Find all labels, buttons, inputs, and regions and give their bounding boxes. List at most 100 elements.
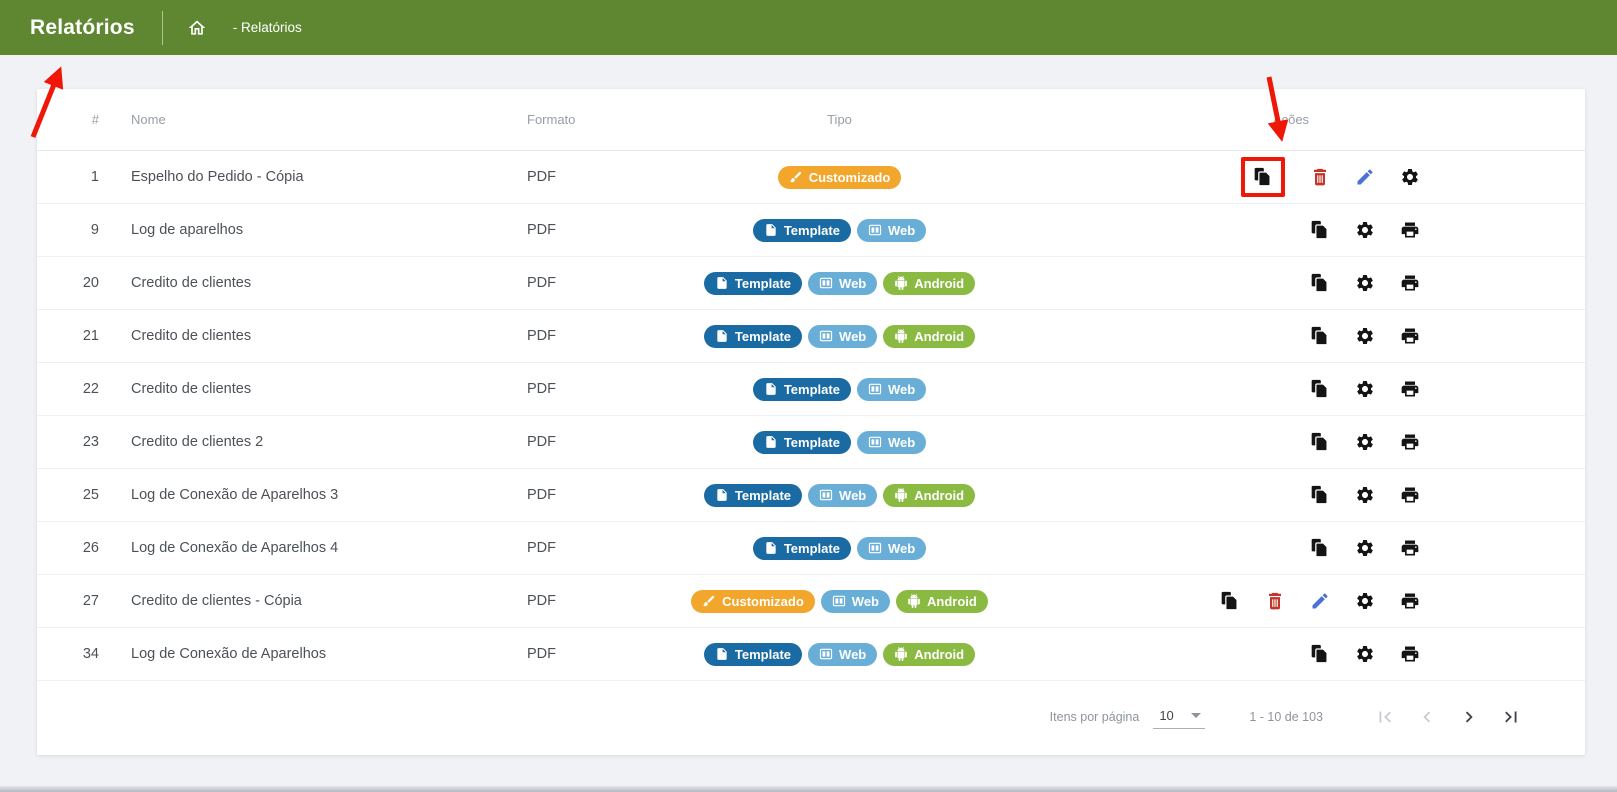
previous-page-button[interactable]: [1415, 705, 1439, 729]
print-action-button[interactable]: [1400, 485, 1420, 505]
columns-icon: [819, 488, 833, 502]
print-action-button[interactable]: [1400, 379, 1420, 399]
type-badge-web: Web: [808, 272, 877, 295]
copy-icon: [1310, 273, 1330, 293]
first-page-button[interactable]: [1373, 705, 1397, 729]
print-action-button[interactable]: [1400, 538, 1420, 558]
print-action-button[interactable]: [1400, 591, 1420, 611]
badge-label: Template: [784, 541, 840, 556]
printer-icon: [1400, 644, 1420, 664]
android-icon: [894, 329, 908, 343]
row-actions: [997, 220, 1585, 240]
settings-action-button[interactable]: [1355, 485, 1375, 505]
print-action-button[interactable]: [1400, 326, 1420, 346]
items-per-page-select[interactable]: 10: [1153, 706, 1205, 729]
table-row: 1Espelho do Pedido - CópiaPDFCustomizado: [37, 151, 1585, 204]
table-row: 34Log de Conexão de AparelhosPDFTemplate…: [37, 628, 1585, 681]
home-breadcrumb-link[interactable]: [187, 18, 207, 38]
gear-icon: [1355, 485, 1375, 505]
columns-icon: [868, 541, 882, 555]
edit-action-button[interactable]: [1310, 591, 1330, 611]
badge-label: Template: [735, 276, 791, 291]
badge-label: Template: [735, 488, 791, 503]
row-number: 9: [37, 222, 107, 238]
row-number: 23: [37, 434, 107, 450]
last-page-button[interactable]: [1499, 705, 1523, 729]
delete-action-button[interactable]: [1310, 167, 1330, 187]
column-header-nome: Nome: [107, 112, 502, 127]
reports-table-card: # Nome Formato Tipo Ações 1Espelho do Pe…: [37, 89, 1585, 755]
print-action-button[interactable]: [1400, 644, 1420, 664]
row-actions: [997, 326, 1585, 346]
settings-action-button[interactable]: [1355, 379, 1375, 399]
report-format: PDF: [502, 434, 682, 450]
badge-label: Template: [784, 435, 840, 450]
home-icon: [187, 18, 207, 38]
copy-action-button[interactable]: [1310, 538, 1330, 558]
caret-down-icon: [1191, 713, 1201, 718]
table-row: 27Credito de clientes - CópiaPDFCustomiz…: [37, 575, 1585, 628]
items-per-page-value: 10: [1159, 708, 1173, 723]
badge-label: Customizado: [809, 170, 891, 185]
row-number: 25: [37, 487, 107, 503]
type-badge-customizado: Customizado: [778, 166, 902, 189]
copy-icon: [1310, 538, 1330, 558]
gear-icon: [1355, 591, 1375, 611]
report-format: PDF: [502, 487, 682, 503]
copy-action-button[interactable]: [1253, 167, 1273, 187]
report-name: Log de aparelhos: [107, 222, 502, 238]
copy-action-button[interactable]: [1220, 591, 1240, 611]
copy-action-button[interactable]: [1310, 220, 1330, 240]
copy-action-button[interactable]: [1310, 644, 1330, 664]
document-icon: [715, 488, 729, 502]
report-type-badges: Customizado: [682, 166, 997, 189]
column-header-formato: Formato: [502, 112, 682, 127]
copy-action-button[interactable]: [1310, 485, 1330, 505]
columns-icon: [868, 435, 882, 449]
copy-action-button[interactable]: [1310, 432, 1330, 452]
columns-icon: [819, 329, 833, 343]
columns-icon: [868, 382, 882, 396]
badge-label: Android: [914, 488, 964, 503]
columns-icon: [832, 594, 846, 608]
row-actions: [997, 157, 1585, 197]
table-header-row: # Nome Formato Tipo Ações: [37, 89, 1585, 151]
settings-action-button[interactable]: [1355, 644, 1375, 664]
edit-action-button[interactable]: [1355, 167, 1375, 187]
print-action-button[interactable]: [1400, 432, 1420, 452]
copy-icon: [1310, 485, 1330, 505]
copy-action-button[interactable]: [1310, 273, 1330, 293]
app-header: Relatórios - Relatórios: [0, 0, 1617, 55]
report-name: Credito de clientes: [107, 328, 502, 344]
settings-action-button[interactable]: [1355, 538, 1375, 558]
row-number: 26: [37, 540, 107, 556]
table-row: 26Log de Conexão de Aparelhos 4PDFTempla…: [37, 522, 1585, 575]
copy-action-button[interactable]: [1310, 379, 1330, 399]
copy-action-button[interactable]: [1310, 326, 1330, 346]
pencil-icon: [1310, 591, 1330, 611]
print-action-button[interactable]: [1400, 220, 1420, 240]
settings-action-button[interactable]: [1355, 591, 1375, 611]
table-row: 22Credito de clientesPDFTemplateWeb: [37, 363, 1585, 416]
settings-action-button[interactable]: [1355, 220, 1375, 240]
type-badge-template: Template: [753, 537, 851, 560]
delete-action-button[interactable]: [1265, 591, 1285, 611]
settings-action-button[interactable]: [1400, 167, 1420, 187]
print-action-button[interactable]: [1400, 273, 1420, 293]
copy-icon: [1253, 167, 1273, 187]
report-name: Espelho do Pedido - Cópia: [107, 169, 502, 185]
report-format: PDF: [502, 381, 682, 397]
row-number: 34: [37, 646, 107, 662]
type-badge-web: Web: [808, 484, 877, 507]
report-type-badges: TemplateWebAndroid: [682, 325, 997, 348]
next-page-button[interactable]: [1457, 705, 1481, 729]
header-divider: [162, 11, 163, 45]
settings-action-button[interactable]: [1355, 273, 1375, 293]
type-badge-android: Android: [883, 325, 975, 348]
type-badge-android: Android: [883, 643, 975, 666]
copy-icon: [1310, 644, 1330, 664]
column-header-number: #: [37, 112, 107, 127]
settings-action-button[interactable]: [1355, 326, 1375, 346]
type-badge-template: Template: [704, 484, 802, 507]
settings-action-button[interactable]: [1355, 432, 1375, 452]
